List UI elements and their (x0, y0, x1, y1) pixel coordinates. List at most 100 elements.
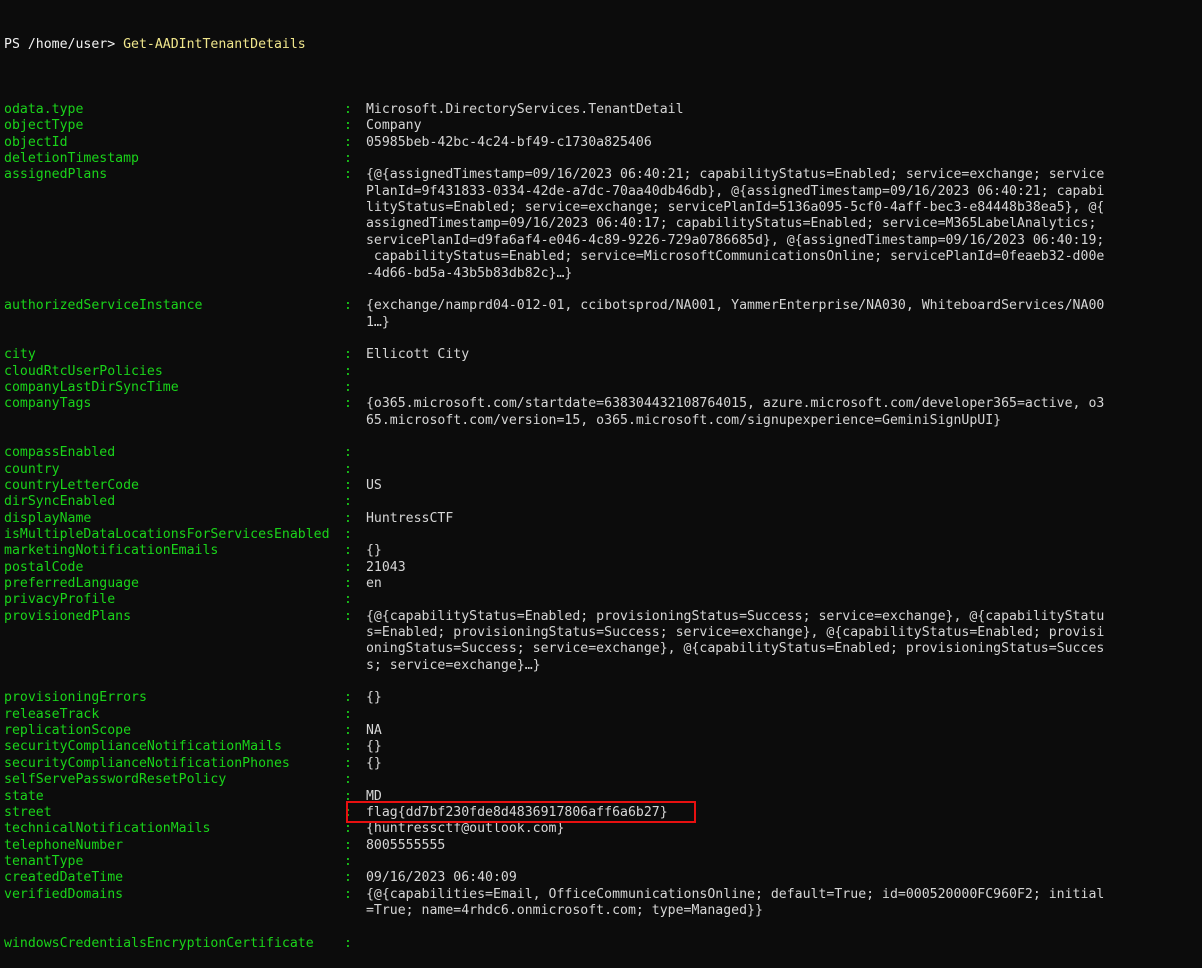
property-separator: : (344, 379, 352, 395)
property-name: verifiedDomains (4, 886, 124, 902)
property-row: countryLetterCode: US (4, 478, 1202, 494)
property-separator: : (344, 200, 358, 216)
property-value: lityStatus=Enabled; service=exchange; se… (358, 200, 1105, 216)
property-name: isMultipleDataLocationsForServicesEnable… (4, 527, 330, 542)
property-name: assignedPlans (4, 233, 344, 249)
property-separator: : (344, 608, 352, 624)
property-separator: : (344, 233, 358, 249)
property-separator: : (344, 755, 352, 771)
property-name: selfServePasswordResetPolicy (4, 772, 227, 788)
property-value (358, 936, 366, 952)
property-row-continuation: verifiedDomains: =True; name=4rhdc6.onmi… (4, 903, 1202, 919)
property-value: {@{capabilityStatus=Enabled; provisionin… (358, 608, 1105, 624)
property-row: companyTags: {o365.microsoft.com/startda… (4, 396, 1202, 412)
property-value: NA (358, 723, 382, 739)
property-name: securityComplianceNotificationMails (4, 739, 282, 755)
property-name: createdDateTime (4, 870, 124, 886)
property-value (358, 494, 366, 510)
property-row: windowsCredentialsEncryptionCertificate: (4, 936, 1202, 952)
property-name: objectType (4, 118, 84, 134)
property-row: postalCode: 21043 (4, 560, 1202, 576)
property-value: US (358, 477, 382, 493)
property-separator: : (344, 413, 358, 429)
property-value: en (358, 576, 382, 592)
property-row: street: flag{dd7bf230fde8d4836917806aff6… (4, 800, 1202, 823)
property-value (358, 151, 366, 167)
property-value (358, 364, 366, 380)
property-separator: : (344, 788, 352, 804)
property-separator: : (344, 772, 352, 788)
property-row: city: Ellicott City (4, 347, 1202, 363)
property-value: {} (358, 755, 382, 771)
property-name: assignedPlans (4, 184, 344, 200)
property-separator: : (344, 576, 352, 592)
property-value: 09/16/2023 06:40:09 (358, 870, 517, 886)
property-separator: : (344, 477, 352, 493)
property-row-continuation: assignedPlans: capabilityStatus=Enabled;… (4, 249, 1202, 265)
property-name: authorizedServiceInstance (4, 315, 344, 331)
property-name: countryLetterCode (4, 477, 139, 493)
property-name: cloudRtcUserPolicies (4, 363, 163, 379)
property-separator: : (344, 853, 352, 869)
property-row-continuation: authorizedServiceInstance: 1…} (4, 315, 1202, 331)
property-name: state (4, 788, 44, 804)
property-separator: : (344, 102, 352, 118)
property-value: 65.microsoft.com/version=15, o365.micros… (358, 412, 1002, 428)
property-name: street (4, 804, 52, 820)
property-row: objectId: 05985beb-42bc-4c24-bf49-c1730a… (4, 135, 1202, 151)
property-name: provisionedPlans (4, 658, 344, 674)
property-name: assignedPlans (4, 200, 344, 216)
property-separator: : (344, 118, 352, 134)
property-row: compassEnabled: (4, 445, 1202, 461)
powershell-terminal[interactable]: PS /home/user> Get-AADIntTenantDetails o… (0, 0, 1202, 951)
property-row: provisioningErrors: {} (4, 690, 1202, 706)
property-value: MD (358, 788, 382, 804)
property-name: verifiedDomains (4, 903, 344, 919)
property-name: assignedPlans (4, 249, 344, 265)
command-text: Get-AADIntTenantDetails (123, 36, 306, 52)
property-value (358, 707, 366, 723)
property-row: objectType: Company (4, 118, 1202, 134)
property-value: {} (358, 543, 382, 559)
property-separator: : (344, 461, 352, 477)
property-value (358, 380, 366, 396)
property-row: securityComplianceNotificationPhones: {} (4, 756, 1202, 772)
property-row: displayName: HuntressCTF (4, 511, 1202, 527)
property-value: {exchange/namprd04-012-01, ccibotsprod/N… (358, 298, 1105, 314)
property-separator: : (344, 870, 352, 886)
property-row: assignedPlans: {@{assignedTimestamp=09/1… (4, 167, 1202, 183)
property-separator: : (344, 151, 352, 167)
property-value: oningStatus=Success; service=exchange}, … (358, 641, 1105, 657)
property-row: selfServePasswordResetPolicy: (4, 772, 1202, 788)
property-name: compassEnabled (4, 445, 116, 461)
property-row: dirSyncEnabled: (4, 494, 1202, 510)
property-name: companyLastDirSyncTime (4, 379, 179, 395)
property-row: securityComplianceNotificationMails: {} (4, 739, 1202, 755)
property-row: replicationScope: NA (4, 723, 1202, 739)
property-name: city (4, 347, 36, 363)
property-row: country: (4, 462, 1202, 478)
property-value: 21043 (358, 559, 406, 575)
property-name: companyTags (4, 413, 344, 429)
property-value: Microsoft.DirectoryServices.TenantDetail (358, 102, 684, 118)
property-value: {} (358, 690, 382, 706)
property-value: assignedTimestamp=09/16/2023 06:40:17; c… (358, 216, 1097, 232)
property-separator: : (344, 837, 352, 853)
property-value: s; service=exchange}…} (358, 657, 541, 673)
property-row: createdDateTime: 09/16/2023 06:40:09 (4, 870, 1202, 886)
property-name: provisionedPlans (4, 608, 132, 624)
property-separator: : (344, 167, 352, 183)
property-separator: : (344, 706, 352, 722)
property-separator: : (344, 723, 352, 739)
property-separator: : (344, 363, 352, 379)
property-row-continuation: provisionedPlans: oningStatus=Success; s… (4, 641, 1202, 657)
property-name: authorizedServiceInstance (4, 298, 203, 314)
property-name: companyTags (4, 396, 92, 412)
property-name: securityComplianceNotificationPhones (4, 755, 290, 771)
property-name: telephoneNumber (4, 837, 124, 853)
property-name: provisionedPlans (4, 625, 344, 641)
property-row: tenantType: (4, 854, 1202, 870)
property-value (358, 772, 366, 788)
